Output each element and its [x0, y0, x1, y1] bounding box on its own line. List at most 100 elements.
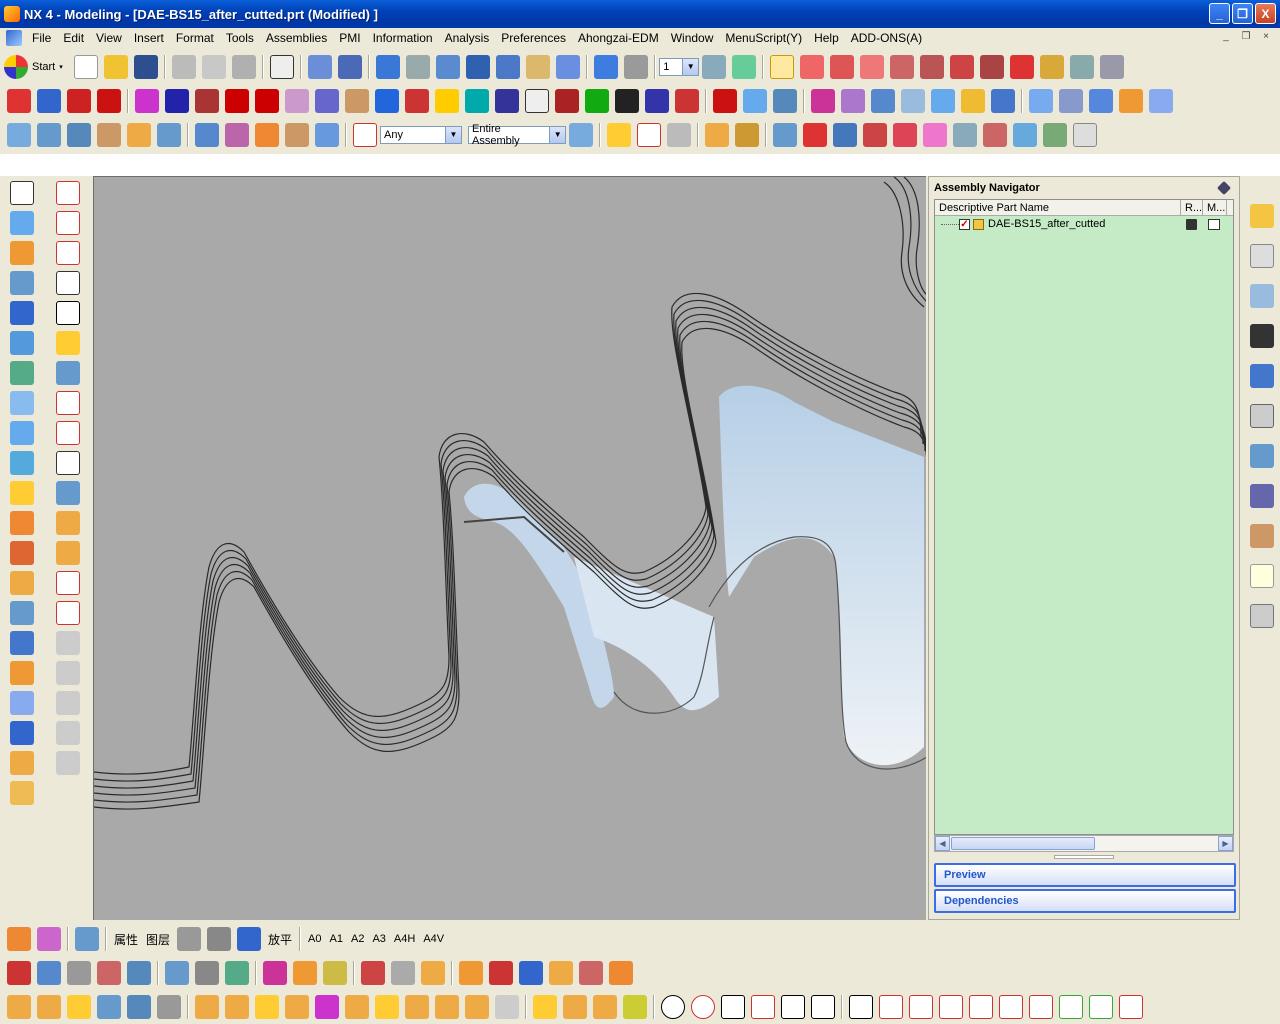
note-icon[interactable] — [549, 961, 573, 985]
section-view-icon[interactable] — [67, 961, 91, 985]
trim-curve-icon[interactable] — [56, 571, 80, 595]
backup-icon[interactable] — [255, 89, 279, 113]
box-tan-icon[interactable] — [345, 89, 369, 113]
start-button[interactable]: Start ▾ — [4, 55, 65, 79]
work-layer-select[interactable]: 1 ▼ — [659, 58, 700, 76]
shaded-view-icon[interactable] — [556, 55, 581, 79]
reflection-icon[interactable] — [923, 123, 947, 147]
tool-5-icon[interactable] — [127, 995, 151, 1019]
datum-feature-icon[interactable] — [361, 961, 385, 985]
circle-center-icon[interactable] — [691, 995, 715, 1019]
text-icon[interactable] — [56, 301, 80, 325]
hole-icon[interactable] — [1089, 89, 1113, 113]
menu-add-ons[interactable]: ADD-ONS(A) — [845, 28, 928, 48]
reuse-library-tab-icon[interactable] — [1250, 444, 1274, 468]
line-point-icon[interactable] — [879, 995, 903, 1019]
sketch-circle-icon[interactable] — [56, 751, 80, 775]
sweep-icon[interactable] — [37, 123, 61, 147]
extrude-feature-icon[interactable] — [10, 211, 34, 235]
pattern-icon[interactable] — [961, 89, 985, 113]
tool-x-icon[interactable] — [37, 89, 61, 113]
draft-icon[interactable] — [255, 123, 279, 147]
project-curve-icon[interactable] — [56, 481, 80, 505]
slope-icon[interactable] — [863, 123, 887, 147]
tool-21-icon[interactable] — [623, 995, 647, 1019]
table-icon[interactable] — [579, 961, 603, 985]
layer-settings-icon[interactable] — [702, 55, 727, 79]
tool-3-icon[interactable] — [67, 995, 91, 1019]
box-purple-icon[interactable] — [315, 89, 339, 113]
comb-icon[interactable] — [983, 123, 1007, 147]
rotate-icon[interactable] — [496, 55, 521, 79]
save-wcs-icon[interactable] — [1010, 55, 1035, 79]
modify-icon[interactable] — [525, 89, 549, 113]
groove-icon[interactable] — [10, 631, 34, 655]
wrench-icon[interactable] — [609, 961, 633, 985]
id-symbol-icon[interactable] — [421, 961, 445, 985]
wcs-dynamics-icon[interactable] — [770, 55, 795, 79]
flatten-button[interactable]: 放平 — [268, 931, 292, 948]
sheet-a3-button[interactable]: A3 — [372, 933, 385, 945]
branch-icon[interactable] — [645, 89, 669, 113]
column-modified[interactable]: M... — [1203, 200, 1227, 215]
hand-red-icon[interactable] — [803, 123, 827, 147]
layers-icon[interactable] — [1059, 89, 1083, 113]
sketch-plane-icon[interactable] — [285, 89, 309, 113]
break-view-icon[interactable] — [165, 961, 189, 985]
sew-icon[interactable] — [195, 123, 219, 147]
cylinder-feature-icon[interactable] — [10, 331, 34, 355]
gray-shape-icon[interactable] — [177, 927, 202, 951]
chamfer-icon[interactable] — [285, 123, 309, 147]
pattern-feature-icon[interactable] — [10, 751, 34, 775]
close-button[interactable]: X — [1255, 3, 1276, 24]
analysis-icon[interactable] — [773, 123, 797, 147]
snap-point-icon[interactable] — [353, 123, 377, 147]
curve-fit-icon[interactable] — [56, 451, 80, 475]
wcs-yc-icon[interactable] — [980, 55, 1005, 79]
hat-icon[interactable] — [615, 89, 639, 113]
block-feature-icon[interactable] — [10, 301, 34, 325]
arc-tangent-icon[interactable] — [751, 995, 775, 1019]
menu-insert[interactable]: Insert — [128, 28, 170, 48]
spline-icon[interactable] — [56, 271, 80, 295]
display-object-icon[interactable] — [1070, 55, 1095, 79]
chamfer-feature-icon[interactable] — [10, 691, 34, 715]
training-tab-icon[interactable] — [1250, 324, 1274, 348]
sheet-a1-button[interactable]: A1 — [330, 933, 343, 945]
wcs-xc-icon[interactable] — [950, 55, 975, 79]
stack-icon[interactable] — [435, 89, 459, 113]
3d-icon[interactable] — [7, 89, 31, 113]
tool-4-icon[interactable] — [97, 995, 121, 1019]
hide-object-icon[interactable] — [1100, 55, 1125, 79]
view-add-icon[interactable] — [37, 961, 61, 985]
view-layout-icon[interactable] — [37, 927, 61, 951]
line-tool-icon[interactable] — [849, 995, 873, 1019]
sheet-a0-button[interactable]: A0 — [308, 933, 321, 945]
palettes-tab-icon[interactable] — [1250, 564, 1274, 588]
navigator-tree[interactable]: Descriptive Part Name R... M... ✓ DAE-BS… — [934, 199, 1234, 835]
menu-format[interactable]: Format — [170, 28, 220, 48]
scroll-thumb[interactable] — [951, 837, 1095, 850]
bridge-curve-icon[interactable] — [56, 541, 80, 565]
eye-icon[interactable] — [195, 89, 219, 113]
sweep-feature-icon[interactable] — [10, 271, 34, 295]
restore-button[interactable]: ❐ — [1232, 3, 1253, 24]
surface-icon[interactable] — [841, 89, 865, 113]
circle-3pt-icon[interactable] — [721, 995, 745, 1019]
crosshatch-icon[interactable] — [489, 961, 513, 985]
menu-analysis[interactable]: Analysis — [439, 28, 496, 48]
hand-icon[interactable] — [67, 89, 91, 113]
utility-symbol-icon[interactable] — [459, 961, 483, 985]
menu-preferences[interactable]: Preferences — [495, 28, 572, 48]
hole-feature-icon[interactable] — [10, 481, 34, 505]
tool-15-icon[interactable] — [435, 995, 459, 1019]
nx-app-icon[interactable] — [4, 6, 20, 22]
annotation-text-icon[interactable] — [519, 961, 543, 985]
copy-icon[interactable] — [202, 55, 227, 79]
offset-icon[interactable] — [127, 123, 151, 147]
rendering-style-icon[interactable] — [594, 55, 619, 79]
column-part-name[interactable]: Descriptive Part Name — [935, 200, 1181, 215]
law-curve-icon[interactable] — [56, 391, 80, 415]
selection-scope-select[interactable]: Entire Assembly ▼ — [468, 123, 566, 147]
gray-shape2-icon[interactable] — [207, 927, 232, 951]
